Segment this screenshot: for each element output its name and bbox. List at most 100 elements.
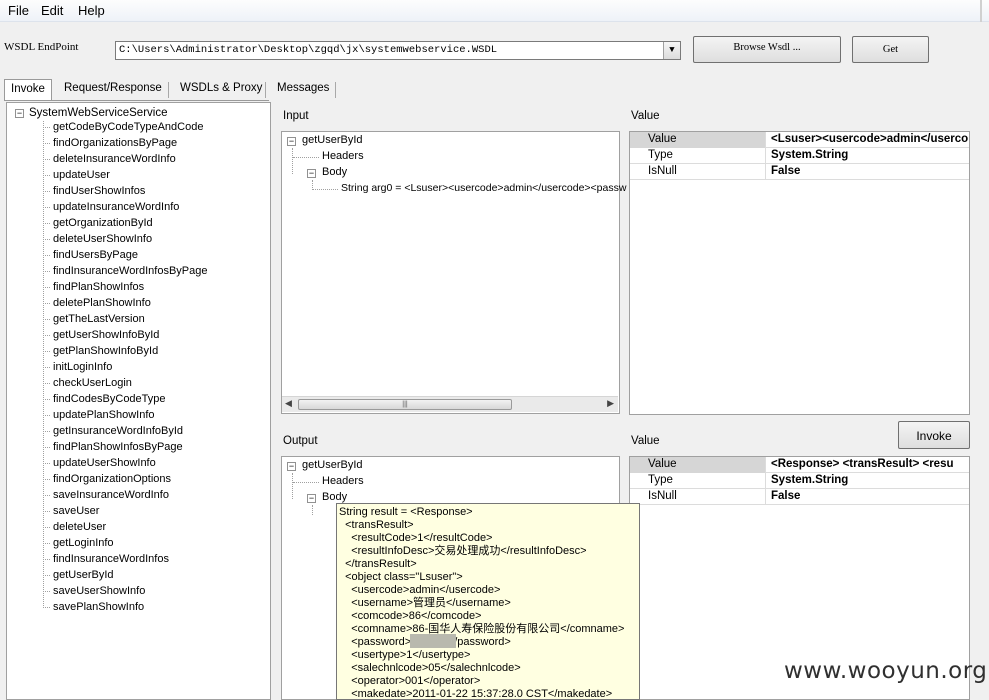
property-row[interactable]: Value <Lsuser><usercode>admin</userco [630, 132, 969, 148]
tree-method-item[interactable]: findInsuranceWordInfosByPage [43, 265, 208, 281]
tree-method-item[interactable]: deleteUserShowInfo [43, 233, 152, 249]
tab-request-response[interactable]: Request/Response [58, 79, 168, 100]
tree-method-item[interactable]: saveInsuranceWordInfo [43, 489, 169, 505]
tree-connector-line [43, 414, 50, 416]
tree-connector-line [43, 206, 50, 208]
tree-connector-line [43, 510, 50, 512]
tree-method-item[interactable]: getCodeByCodeTypeAndCode [43, 121, 203, 137]
scrollbar-thumb[interactable]: ||| [298, 399, 512, 410]
tree-method-item[interactable]: deletePlanShowInfo [43, 297, 151, 313]
tooltip-line: <operator>001</operator> [339, 675, 481, 687]
collapse-icon[interactable]: − [15, 109, 24, 118]
tree-method-item[interactable]: getOrganizationById [43, 217, 153, 233]
tooltip-line: <usertype>1</usertype> [339, 649, 471, 661]
tree-connector-line [43, 254, 50, 256]
tree-connector-line [43, 590, 50, 592]
menu-help[interactable]: Help [78, 3, 105, 18]
browse-wsdl-button[interactable]: Browse Wsdl ... [693, 36, 841, 63]
tab-wsdls-proxy[interactable]: WSDLs & Proxy [174, 79, 268, 100]
tree-method-item[interactable]: findPlanShowInfosByPage [43, 441, 183, 457]
tree-method-label: findInsuranceWordInfos [53, 553, 169, 565]
tree-method-item[interactable]: initLoginInfo [43, 361, 112, 377]
input-headers-node[interactable]: Headers [322, 150, 364, 162]
output-headers-node[interactable]: Headers [322, 475, 364, 487]
tree-method-label: findPlanShowInfos [53, 281, 145, 293]
tree-connector-line [43, 318, 50, 320]
output-value-label: Value [631, 435, 660, 447]
menu-file[interactable]: File [8, 3, 29, 18]
tree-method-item[interactable]: findPlanShowInfos [43, 281, 144, 297]
tree-connector-line [43, 158, 50, 160]
property-row[interactable]: Value <Response> <transResult> <resu [630, 457, 969, 473]
tree-method-item[interactable]: saveUser [43, 505, 99, 521]
tree-method-item[interactable]: checkUserLogin [43, 377, 132, 393]
tree-method-label: findUsersByPage [53, 249, 138, 261]
arrow-right-icon[interactable]: ▶ [607, 398, 614, 409]
tab-separator [265, 82, 266, 98]
tree-method-item[interactable]: deleteInsuranceWordInfo [43, 153, 176, 169]
tree-method-item[interactable]: findUsersByPage [43, 249, 138, 265]
tree-connector-line [43, 190, 50, 192]
tree-method-item[interactable]: updateUser [43, 169, 110, 185]
property-row[interactable]: IsNull False [630, 489, 969, 505]
property-row[interactable]: Type System.String [630, 148, 969, 164]
tree-method-item[interactable]: savePlanShowInfo [43, 601, 144, 617]
collapse-icon[interactable]: − [307, 169, 316, 178]
output-method-node[interactable]: getUserById [302, 459, 363, 471]
input-body-node[interactable]: Body [322, 166, 347, 178]
tab-messages[interactable]: Messages [271, 79, 335, 100]
tree-connector-line [43, 430, 50, 432]
input-property-grid[interactable]: Value <Lsuser><usercode>admin</userco Ty… [629, 131, 970, 415]
output-body-node[interactable]: Body [322, 491, 347, 503]
tree-connector-line [292, 473, 293, 499]
property-value[interactable]: <Lsuser><usercode>admin</userco [767, 132, 970, 148]
tab-separator [335, 82, 336, 98]
tree-method-item[interactable]: updatePlanShowInfo [43, 409, 155, 425]
tree-method-item[interactable]: updateUserShowInfo [43, 457, 156, 473]
menu-edit[interactable]: Edit [41, 3, 63, 18]
tree-method-item[interactable]: saveUserShowInfo [43, 585, 145, 601]
input-tree[interactable]: − getUserById Headers − Body String arg0… [281, 131, 626, 414]
arrow-left-icon[interactable]: ◀ [285, 398, 292, 409]
tree-method-item[interactable]: deleteUser [43, 521, 106, 537]
tooltip-line: <comname>86-国华人寿保险股份有限公司</comname> [339, 623, 625, 635]
property-value[interactable]: System.String [767, 473, 970, 489]
property-value[interactable]: False [767, 489, 970, 505]
tree-connector-line [43, 350, 50, 352]
tree-method-item[interactable]: getInsuranceWordInfoById [43, 425, 183, 441]
input-horizontal-scrollbar[interactable]: ◀ ||| ▶ [282, 396, 618, 412]
tree-method-item[interactable]: getPlanShowInfoById [43, 345, 158, 361]
collapse-icon[interactable]: − [287, 137, 296, 146]
property-value[interactable]: False [767, 164, 970, 180]
tree-method-item[interactable]: updateInsuranceWordInfo [43, 201, 179, 217]
tree-method-item[interactable]: getUserShowInfoById [43, 329, 159, 345]
tree-method-item[interactable]: findOrganizationsByPage [43, 137, 177, 153]
property-row[interactable]: IsNull False [630, 164, 969, 180]
tree-method-item[interactable]: findUserShowInfos [43, 185, 145, 201]
tree-method-item[interactable]: getLoginInfo [43, 537, 114, 553]
tree-method-item[interactable]: getTheLastVersion [43, 313, 145, 329]
property-value[interactable]: System.String [767, 148, 970, 164]
input-method-node[interactable]: getUserById [302, 134, 363, 146]
tree-connector-line [293, 482, 319, 483]
property-value[interactable]: <Response> <transResult> <resu [767, 457, 970, 473]
get-button[interactable]: Get [852, 36, 929, 63]
collapse-icon[interactable]: − [287, 462, 296, 471]
tree-method-item[interactable]: findCodesByCodeType [43, 393, 166, 409]
property-key: IsNull [630, 489, 766, 505]
tree-connector-line [43, 174, 50, 176]
input-arg-node[interactable]: String arg0 = <Lsuser><usercode>admin</u… [341, 182, 626, 194]
chevron-down-icon[interactable]: ▼ [663, 42, 680, 59]
collapse-icon[interactable]: − [307, 494, 316, 503]
tree-method-item[interactable]: findInsuranceWordInfos [43, 553, 169, 569]
property-row[interactable]: Type System.String [630, 473, 969, 489]
tree-method-item[interactable]: getUserById [43, 569, 114, 585]
input-label: Input [283, 110, 309, 122]
tab-invoke[interactable]: Invoke [4, 79, 52, 101]
wsdl-endpoint-combobox[interactable]: C:\Users\Administrator\Desktop\zgqd\jx\s… [115, 41, 681, 60]
invoke-button[interactable]: Invoke [898, 421, 970, 449]
method-tree[interactable]: − SystemWebServiceService getCodeByCodeT… [6, 102, 271, 700]
tree-connector-line [43, 366, 50, 368]
tree-connector-line [43, 478, 50, 480]
tree-method-item[interactable]: findOrganizationOptions [43, 473, 171, 489]
